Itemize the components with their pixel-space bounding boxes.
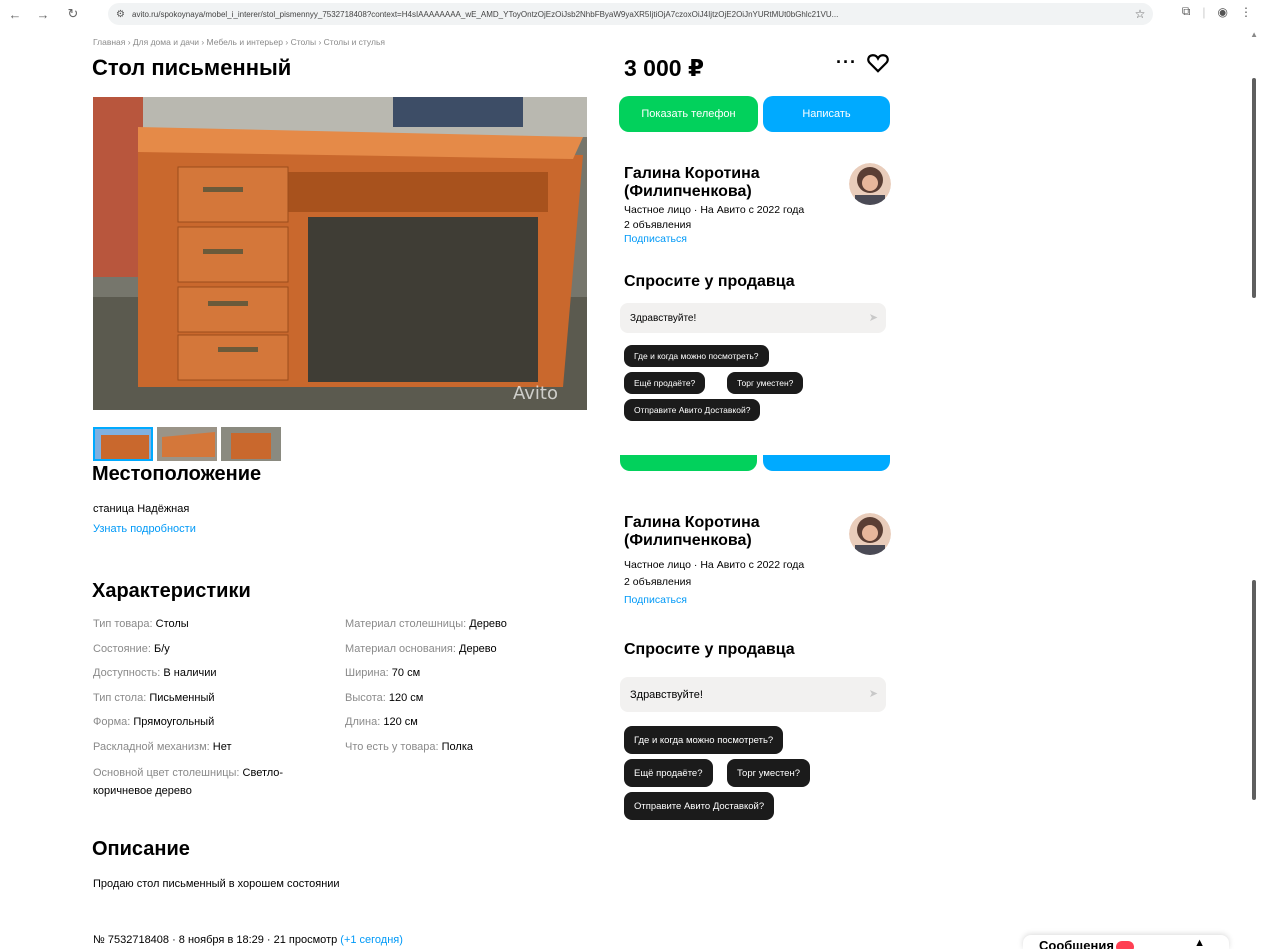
seller-avatar[interactable] [849, 163, 891, 205]
char-row: Доступность: В наличии [93, 667, 217, 679]
page-scrollbar[interactable] [1246, 28, 1262, 949]
main-photo[interactable]: Avito [93, 97, 587, 410]
svg-text:Avito: Avito [513, 383, 558, 404]
listing-meta: № 7532718408 · 8 ноября в 18:29 · 21 про… [93, 934, 403, 946]
scroll-thumb[interactable] [1252, 580, 1256, 800]
location-heading: Местоположение [92, 463, 262, 485]
seller-type: Частное лицо · На Авито с 2022 года [624, 559, 805, 571]
char-row: Основной цвет столешницы: Светло-коричне… [93, 767, 284, 797]
send-icon[interactable]: ➤ [869, 687, 878, 700]
seller-name[interactable]: Галина Коротина (Филипченкова) [624, 514, 844, 550]
thumbnail-3[interactable] [221, 427, 281, 461]
char-row: Материал столешницы: Дерево [345, 618, 507, 630]
characteristics-heading: Характеристики [92, 580, 251, 602]
messages-tab[interactable]: Сообщения ▲ [1023, 935, 1229, 949]
thumbnail-1[interactable] [93, 427, 153, 461]
char-row: Материал основания: Дерево [345, 642, 497, 655]
seller-type: Частное лицо · На Авито с 2022 года [624, 204, 805, 216]
location-details-link[interactable]: Узнать подробности [93, 523, 196, 535]
reload-icon[interactable]: ↻ [62, 3, 84, 25]
browser-menu-icon[interactable]: ⋮ [1240, 5, 1252, 19]
browser-toolbar: ← → ↻ ⚙ avito.ru/spokoynaya/mobel_i_inte… [0, 0, 1262, 28]
quick-question-chip[interactable]: Где и когда можно посмотреть? [624, 726, 784, 754]
extensions-icon[interactable]: ⧉ [1182, 4, 1191, 19]
ask-seller-heading: Спросите у продавца [624, 273, 795, 290]
photo-thumbnails [93, 427, 281, 461]
page-title: Стол письменный [92, 55, 292, 80]
char-row: Состояние: Б/у [93, 642, 170, 655]
favorite-heart-icon[interactable] [867, 53, 889, 73]
seller-ads-count[interactable]: 2 объявления [624, 576, 691, 589]
quick-question-chip[interactable]: Торг уместен? [727, 759, 810, 787]
char-row: Что есть у товара: Полка [345, 740, 474, 753]
characteristics-left: Тип товара: Столы Состояние: Б/у Доступн… [93, 617, 333, 800]
seller-ads-count[interactable]: 2 объявления [624, 219, 691, 232]
char-row: Высота: 120 см [345, 691, 424, 704]
char-row: Тип стола: Письменный [93, 691, 215, 704]
desk-photo-image: Avito [93, 97, 587, 410]
unread-badge [1115, 940, 1134, 949]
description-heading: Описание [92, 838, 190, 860]
scroll-up-icon[interactable]: ▲ [1250, 30, 1258, 39]
price: 3 000 ₽ [624, 55, 704, 81]
show-phone-button[interactable]: Показать телефон [619, 96, 758, 132]
char-row: Тип товара: Столы [93, 618, 189, 630]
quick-question-chip[interactable]: Отправите Авито Доставкой? [624, 792, 775, 820]
ask-seller-heading: Спросите у продавца [624, 641, 795, 658]
chat-message-input[interactable]: Здравствуйте! ➤ [620, 303, 886, 333]
quick-question-chip[interactable]: Ещё продаёте? [624, 759, 713, 787]
expand-up-icon[interactable]: ▲ [1194, 937, 1205, 949]
url-text: avito.ru/spokoynaya/mobel_i_interer/stol… [132, 9, 839, 19]
chat-message-input[interactable]: Здравствуйте! ➤ [620, 677, 886, 712]
characteristics-right: Материал столешницы: Дерево Материал осн… [345, 617, 585, 764]
char-row: Раскладной механизм: Нет [93, 740, 232, 753]
sticky-show-phone-button[interactable] [620, 455, 757, 471]
sticky-buttons-edge [620, 455, 890, 471]
site-settings-icon[interactable]: ⚙ [116, 9, 132, 20]
quick-question-chip[interactable]: Торг уместен? [727, 372, 804, 394]
quick-question-chip[interactable]: Отправите Авито Доставкой? [624, 399, 761, 421]
description-text: Продаю стол письменный в хорошем состоян… [93, 878, 340, 890]
address-bar[interactable]: ⚙ avito.ru/spokoynaya/mobel_i_interer/st… [108, 3, 1153, 25]
quick-question-chip[interactable]: Где и когда можно посмотреть? [624, 345, 769, 367]
seller-name[interactable]: Галина Коротина (Филипченкова) [624, 165, 844, 201]
write-message-button[interactable]: Написать [763, 96, 890, 132]
thumbnail-2[interactable] [157, 427, 217, 461]
back-icon[interactable]: ← [4, 3, 26, 25]
char-row: Длина: 120 см [345, 716, 418, 728]
subscribe-link[interactable]: Подписаться [624, 233, 687, 246]
bookmark-star-icon[interactable]: ☆ [1127, 7, 1153, 21]
forward-icon[interactable]: → [32, 3, 54, 25]
location-place: станица Надёжная [93, 503, 190, 515]
more-options-icon[interactable]: ··· [836, 52, 857, 73]
profile-icon[interactable]: ◉ [1218, 5, 1228, 19]
subscribe-link[interactable]: Подписаться [624, 594, 687, 607]
seller-avatar[interactable] [849, 513, 891, 555]
breadcrumb[interactable]: Главная › Для дома и дачи › Мебель и инт… [93, 37, 385, 47]
sticky-write-button[interactable] [763, 455, 890, 471]
char-row: Ширина: 70 см [345, 667, 421, 679]
scroll-thumb-inner[interactable] [1252, 78, 1256, 298]
char-row: Форма: Прямоугольный [93, 716, 215, 728]
send-icon[interactable]: ➤ [869, 311, 878, 324]
quick-question-chip[interactable]: Ещё продаёте? [624, 372, 706, 394]
toolbar-divider: | [1202, 4, 1206, 19]
